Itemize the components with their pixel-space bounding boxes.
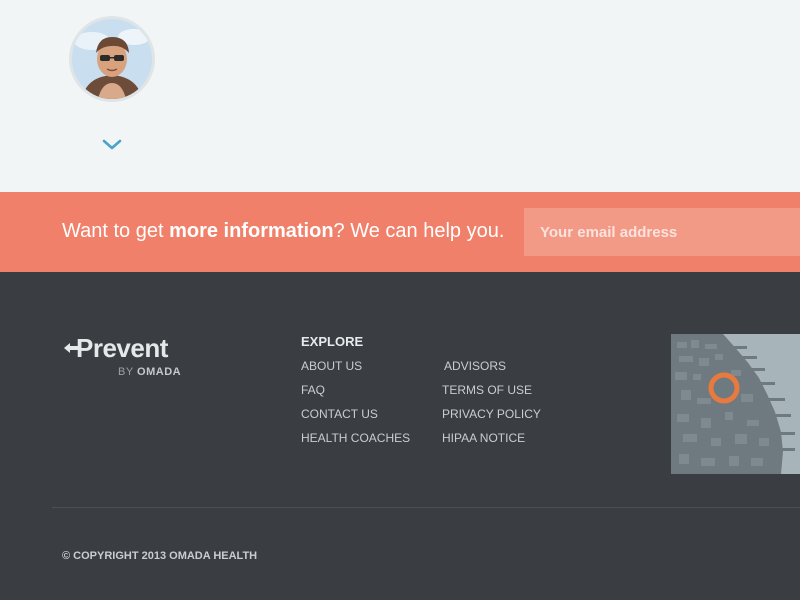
copyright-text: © COPYRIGHT 2013 OMADA HEALTH xyxy=(62,550,258,562)
footer-link-privacy-policy[interactable]: PRIVACY POLICY xyxy=(442,407,541,421)
footer-link-contact-us[interactable]: CONTACT US xyxy=(301,407,378,421)
explore-heading: EXPLORE xyxy=(301,334,364,349)
avatar[interactable] xyxy=(69,16,155,102)
newsletter-prompt-start: Want to get xyxy=(62,220,170,242)
chevron-down-icon[interactable] xyxy=(101,136,123,152)
email-input[interactable] xyxy=(524,208,800,256)
footer-link-faq[interactable]: FAQ xyxy=(301,383,325,397)
location-map[interactable] xyxy=(671,334,800,474)
logo-byline: BY OMADA xyxy=(118,366,181,378)
footer-link-health-coaches[interactable]: HEALTH COACHES xyxy=(301,431,410,445)
logo-brand-text: OMADA xyxy=(137,366,182,378)
footer-link-hipaa-notice[interactable]: HIPAA NOTICE xyxy=(442,431,525,445)
footer-divider xyxy=(52,507,800,508)
footer-link-about-us[interactable]: ABOUT US xyxy=(301,359,362,373)
newsletter-prompt-bold: more information xyxy=(169,220,334,242)
logo-wordmark[interactable]: Prevent xyxy=(76,333,168,364)
avatar-photo xyxy=(72,19,152,99)
logo-by-text: BY xyxy=(118,366,138,378)
footer-link-terms-of-use[interactable]: TERMS OF USE xyxy=(442,383,532,397)
newsletter-prompt: Want to get more information? We can hel… xyxy=(62,220,504,243)
newsletter-prompt-end: ? We can help you. xyxy=(333,220,505,242)
footer-link-advisors[interactable]: ADVISORS xyxy=(444,359,506,373)
